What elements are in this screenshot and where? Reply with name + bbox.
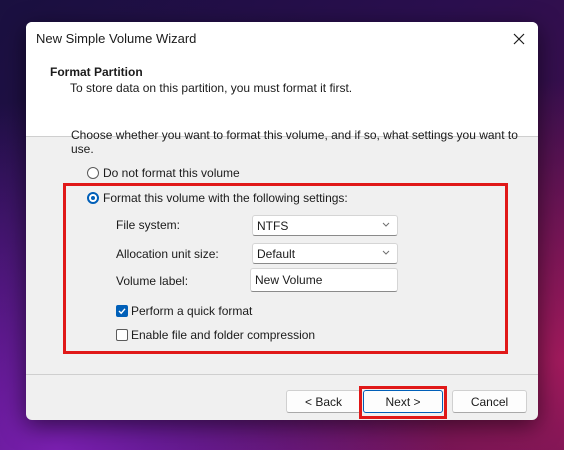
allocation-unit-label: Allocation unit size: — [116, 247, 219, 261]
close-icon — [513, 33, 525, 45]
footer-divider — [26, 374, 538, 375]
cancel-button[interactable]: Cancel — [452, 390, 527, 413]
chevron-down-icon — [382, 222, 390, 227]
page-title: Format Partition — [50, 65, 143, 79]
file-system-dropdown[interactable]: NTFS — [252, 215, 398, 236]
title-bar: New Simple Volume Wizard — [26, 22, 538, 56]
quick-format-label[interactable]: Perform a quick format — [131, 304, 252, 318]
close-button[interactable] — [506, 26, 532, 52]
compression-checkbox[interactable] — [116, 329, 128, 341]
next-button[interactable]: Next > — [363, 390, 443, 413]
quick-format-checkbox[interactable] — [116, 305, 128, 317]
volume-label-input[interactable] — [250, 268, 398, 292]
allocation-unit-value: Default — [257, 247, 296, 261]
no-format-label[interactable]: Do not format this volume — [103, 166, 240, 180]
page-subtitle: To store data on this partition, you mus… — [70, 81, 353, 95]
compression-label[interactable]: Enable file and folder compression — [131, 328, 315, 342]
wizard-header: Format Partition To store data on this p… — [26, 56, 538, 137]
wizard-window: New Simple Volume Wizard Format Partitio… — [26, 22, 538, 420]
format-radio[interactable] — [87, 192, 99, 204]
instruction-text: Choose whether you want to format this v… — [71, 128, 518, 156]
allocation-unit-dropdown[interactable]: Default — [252, 243, 398, 264]
file-system-label: File system: — [116, 218, 181, 232]
window-title: New Simple Volume Wizard — [36, 31, 197, 46]
checkmark-icon — [118, 308, 126, 315]
no-format-radio[interactable] — [87, 167, 99, 179]
chevron-down-icon — [382, 250, 390, 255]
back-button[interactable]: < Back — [286, 390, 361, 413]
file-system-value: NTFS — [257, 219, 289, 233]
volume-label-label: Volume label: — [116, 274, 189, 288]
format-label[interactable]: Format this volume with the following se… — [103, 191, 348, 205]
